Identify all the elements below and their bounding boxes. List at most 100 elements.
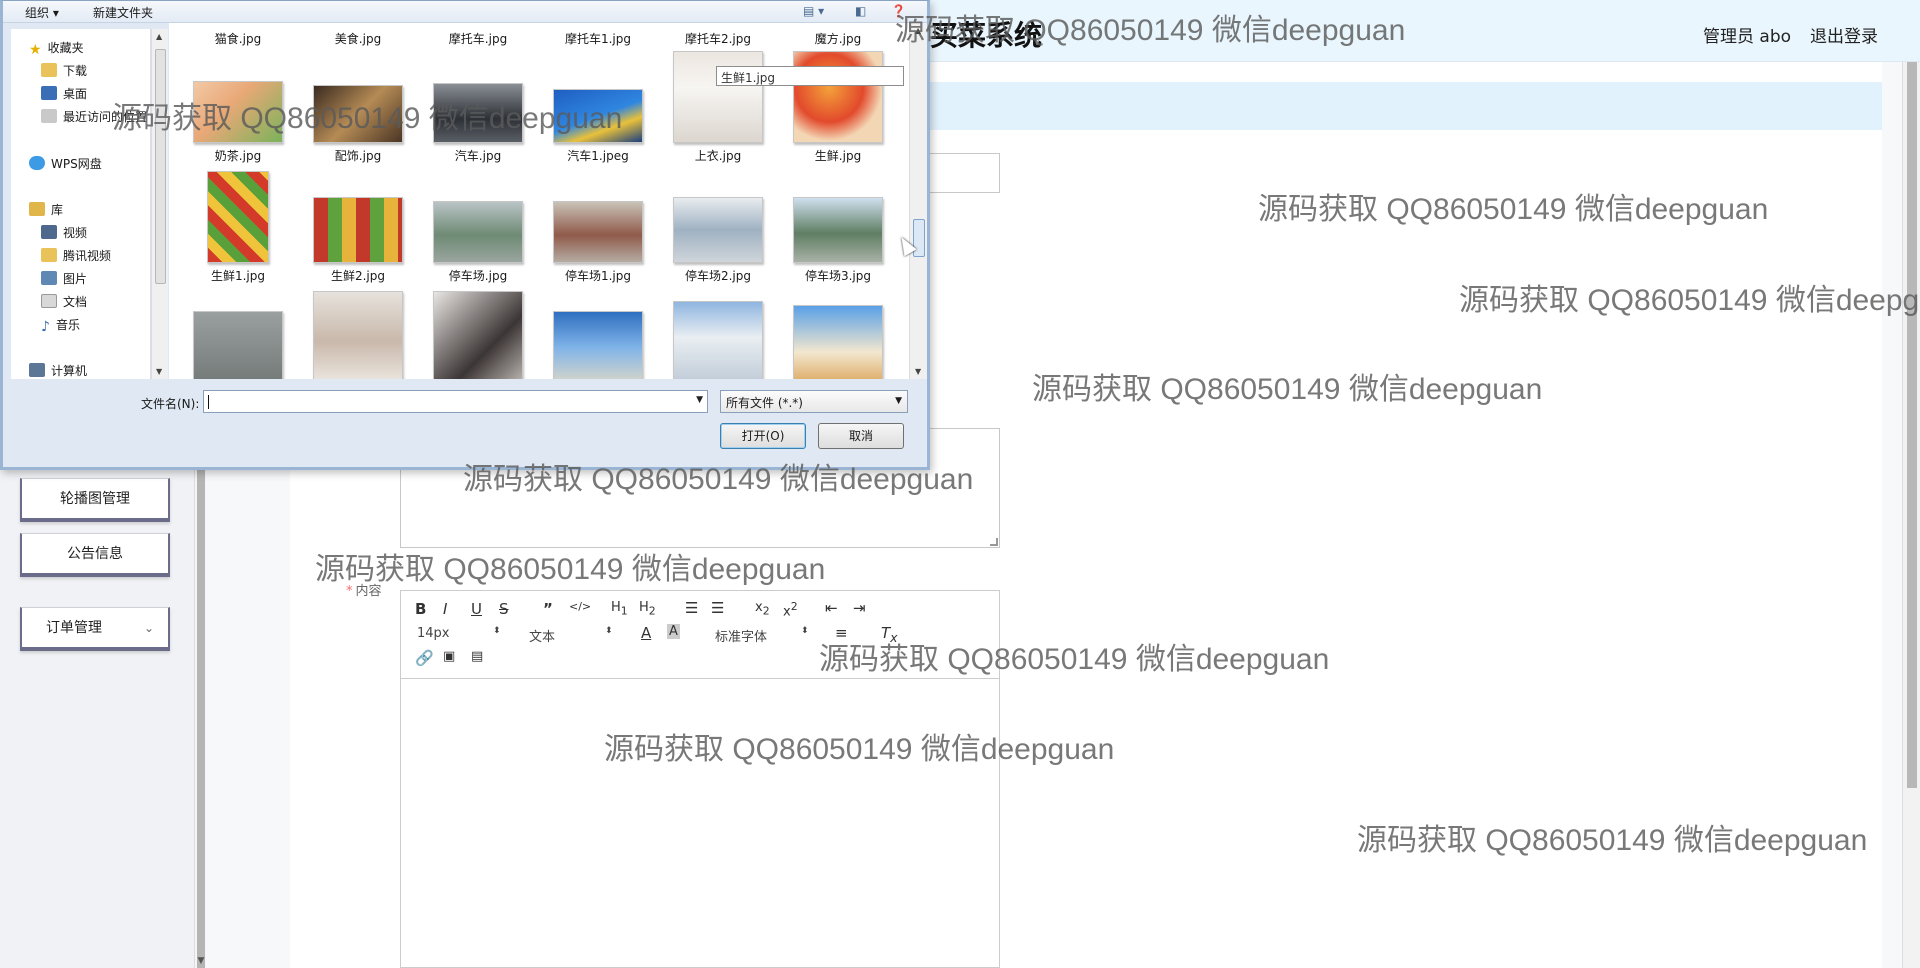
resize-grip-icon[interactable] — [990, 538, 998, 546]
nav-videos[interactable]: 视频 — [41, 224, 87, 244]
file-item[interactable]: 停车场2.jpg — [663, 171, 773, 284]
file-list-scrollbar-thumb[interactable] — [913, 219, 925, 257]
nav-tencent-video[interactable]: 腾讯视频 — [41, 247, 111, 267]
nav-label: 下载 — [63, 64, 88, 78]
scroll-up-arrow-icon[interactable]: ▲ — [915, 26, 921, 35]
video-icon — [41, 225, 57, 239]
nav-computer[interactable]: 计算机 — [29, 362, 87, 382]
nav-downloads[interactable]: 下载 — [41, 62, 87, 82]
navigation-scrollbar[interactable]: ▲ ▼ — [151, 29, 168, 379]
font-size-select[interactable]: 14px ⬍ — [417, 626, 501, 641]
file-name: 停车场2.jpg — [684, 269, 752, 283]
file-list-scrollbar[interactable]: ▲ ▼ — [909, 23, 927, 379]
open-button[interactable]: 打开(O) — [720, 423, 806, 449]
file-item[interactable]: 生鲜2.jpg — [303, 171, 413, 284]
help-icon[interactable]: ❓ — [891, 4, 906, 18]
file-item[interactable]: 生鲜1.jpg — [183, 171, 293, 284]
nav-libraries[interactable]: 库 — [29, 201, 63, 221]
heading1-icon[interactable]: H1 — [611, 600, 628, 618]
nav-recent[interactable]: 最近访问的位置 — [41, 108, 147, 128]
file-item[interactable]: 摩托车2.jpg — [663, 26, 773, 47]
ordered-list-icon[interactable]: ☰ — [685, 599, 698, 617]
file-item[interactable]: 奶茶.jpg — [183, 51, 293, 164]
organize-button[interactable]: 组织 ▾ — [25, 4, 59, 21]
sidebar-item-carousel[interactable]: 轮播图管理 — [20, 478, 170, 522]
sidebar-item-orders[interactable]: 订单管理 ⌄ — [20, 607, 170, 651]
view-options-icon[interactable]: ▤ ▾ — [803, 4, 824, 18]
nav-favorites[interactable]: ★ 收藏夹 — [29, 39, 84, 59]
scroll-up-arrow-icon[interactable]: ▲ — [156, 32, 162, 41]
file-item[interactable] — [783, 291, 893, 379]
file-item[interactable]: 美食.jpg — [303, 26, 413, 47]
file-item[interactable]: 摩托车1.jpg — [543, 26, 653, 47]
nav-label: 音乐 — [55, 318, 80, 332]
file-item[interactable] — [303, 291, 413, 379]
block-type-select[interactable]: 文本 ⬍ — [529, 626, 613, 645]
scroll-down-arrow-icon[interactable]: ▼ — [915, 367, 921, 376]
heading2-icon[interactable]: H2 — [639, 600, 656, 618]
rich-text-editor[interactable]: B I U S ” </> H1 H2 ☰ ☰ x2 x2 ⇤ ⇥ 14px ⬍ … — [400, 590, 1000, 968]
nav-music[interactable]: ♪ 音乐 — [41, 316, 80, 336]
sidebar-item-notice[interactable]: 公告信息 — [20, 533, 170, 577]
dropdown-arrow-icon[interactable]: ▼ — [696, 395, 703, 405]
file-item[interactable]: 摩托车.jpg — [423, 26, 533, 47]
font-color-icon[interactable]: A — [641, 624, 651, 642]
bullet-list-icon[interactable]: ☰ — [711, 599, 724, 617]
image-thumbnail — [313, 291, 403, 379]
nav-pictures[interactable]: 图片 — [41, 270, 87, 290]
link-icon[interactable]: 🔗 — [415, 649, 434, 667]
clear-format-icon[interactable]: Tx — [881, 624, 898, 645]
subscript-icon[interactable]: x2 — [755, 600, 770, 618]
page-scrollbar-thumb[interactable] — [1907, 62, 1917, 788]
new-folder-button[interactable]: 新建文件夹 — [93, 4, 153, 21]
file-item[interactable]: 停车场3.jpg — [783, 171, 893, 284]
file-item[interactable] — [423, 291, 533, 379]
file-item[interactable] — [183, 291, 293, 379]
logout-link[interactable]: 退出登录 — [1810, 22, 1878, 47]
indent-icon[interactable]: ⇥ — [853, 599, 866, 617]
file-item[interactable]: 猫食.jpg — [183, 26, 293, 47]
file-item[interactable]: 魔方.jpg — [783, 26, 893, 47]
align-icon[interactable]: ≡ — [835, 624, 848, 642]
file-item[interactable]: 配饰.jpg — [303, 51, 413, 164]
filename-input[interactable]: ▼ — [203, 390, 708, 413]
nav-documents[interactable]: 文档 — [41, 293, 87, 313]
nav-label: 腾讯视频 — [63, 249, 112, 263]
preview-pane-icon[interactable]: ◧ — [855, 4, 866, 18]
strikethrough-icon[interactable]: S — [499, 600, 509, 618]
page-scrollbar[interactable] — [1902, 62, 1920, 968]
file-item[interactable]: 停车场1.jpg — [543, 171, 653, 284]
navigation-scrollbar-thumb[interactable] — [155, 49, 166, 284]
file-item[interactable]: 汽车1.jpeg — [543, 51, 653, 164]
italic-icon[interactable]: I — [443, 600, 447, 618]
computer-icon — [29, 363, 45, 377]
background-color-icon[interactable]: A — [667, 624, 680, 639]
nav-wps-drive[interactable]: WPS网盘 — [29, 155, 102, 175]
superscript-icon[interactable]: x2 — [783, 600, 798, 619]
music-icon: ♪ — [41, 319, 50, 335]
image-thumbnail — [673, 301, 763, 379]
bold-icon[interactable]: B — [415, 600, 426, 618]
file-item[interactable]: 停车场.jpg — [423, 171, 533, 284]
filename-label: 文件名(N): — [141, 397, 200, 411]
nav-label: 视频 — [63, 226, 88, 240]
image-icon[interactable]: ▣ — [443, 649, 455, 664]
quote-icon[interactable]: ” — [543, 600, 553, 618]
nav-label: 库 — [51, 203, 64, 217]
underline-icon[interactable]: U — [471, 600, 482, 618]
video-icon[interactable]: ▤ — [471, 649, 483, 664]
file-item[interactable] — [543, 291, 653, 379]
scroll-down-arrow-icon[interactable]: ▼ — [156, 367, 162, 376]
outdent-icon[interactable]: ⇤ — [825, 599, 838, 617]
file-name: 美食.jpg — [334, 32, 382, 46]
text-caret — [208, 395, 209, 409]
code-block-icon[interactable]: </> — [569, 600, 591, 613]
file-item[interactable] — [663, 291, 773, 379]
file-name: 生鲜2.jpg — [330, 269, 386, 283]
cancel-button[interactable]: 取消 — [818, 423, 904, 449]
recent-places-icon — [41, 109, 57, 123]
file-type-select[interactable]: 所有文件 (*.*) ▼ — [720, 390, 908, 413]
font-family-select[interactable]: 标准字体 ⬍ — [715, 626, 809, 645]
nav-desktop[interactable]: 桌面 — [41, 85, 87, 105]
file-item[interactable]: 汽车.jpg — [423, 51, 533, 164]
